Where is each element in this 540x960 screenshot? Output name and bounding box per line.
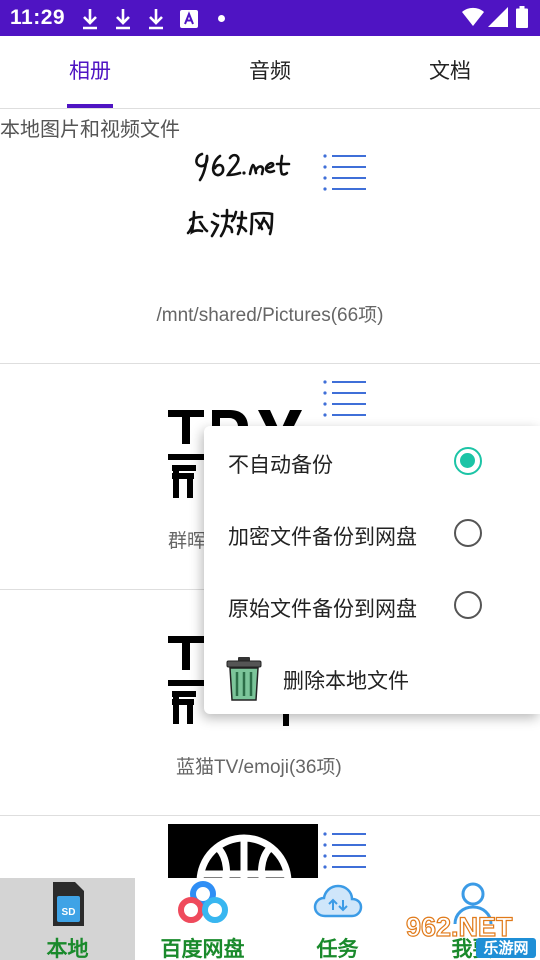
nav-label: 任务	[316, 938, 359, 960]
backup-options-popup: 不自动备份 加密文件备份到网盘 原始文件备份到网盘 删除本地文件	[204, 426, 540, 714]
download-icon	[116, 9, 130, 30]
svg-text:962.NET: 962.NET	[406, 912, 513, 942]
nav-label: 本地	[46, 938, 89, 960]
album-path: 蓝猫TV/emoji(36项)	[176, 757, 342, 778]
nav-baidu-netdisk[interactable]: 百度网盘	[135, 878, 270, 960]
option-label: 原始文件备份到网盘	[228, 598, 417, 621]
active-tab-indicator	[67, 104, 113, 108]
trash-icon	[226, 657, 262, 701]
signal-icon	[488, 7, 508, 27]
notification-dot-icon	[218, 15, 225, 22]
nav-local[interactable]: SD 本地	[0, 878, 135, 960]
text-a-icon	[180, 10, 198, 28]
album-thumbnail	[186, 142, 310, 266]
album-item[interactable]	[0, 816, 540, 880]
option-label: 不自动备份	[228, 454, 333, 477]
tab-audio[interactable]: 音频	[180, 36, 360, 108]
battery-icon	[516, 6, 528, 28]
option-label: 加密文件备份到网盘	[228, 526, 417, 549]
album-thumbnail	[168, 824, 318, 880]
option-label: 删除本地文件	[283, 670, 409, 693]
album-path: /mnt/shared/Pictures(66项)	[156, 305, 384, 326]
option-encrypted-backup[interactable]: 加密文件备份到网盘	[204, 498, 540, 570]
tab-documents[interactable]: 文档	[360, 36, 540, 108]
download-icon	[83, 9, 97, 30]
album-menu-icon[interactable]	[322, 378, 368, 418]
nav-tasks[interactable]: 任务	[270, 878, 405, 960]
tab-bar: 相册 音频 文档	[0, 36, 540, 109]
sd-card-icon: SD	[52, 882, 84, 926]
962-net-logo	[186, 152, 291, 238]
wifi-icon	[462, 7, 484, 26]
option-delete-local-files[interactable]: 删除本地文件	[204, 642, 540, 714]
status-bar: 11:29	[0, 0, 540, 36]
status-time: 11:29	[10, 6, 66, 29]
nav-label: 百度网盘	[160, 938, 245, 960]
radio-button[interactable]	[454, 591, 482, 619]
album-menu-icon[interactable]	[322, 830, 368, 870]
option-original-backup[interactable]: 原始文件备份到网盘	[204, 570, 540, 642]
option-no-auto-backup[interactable]: 不自动备份	[204, 426, 540, 498]
album-item[interactable]: /mnt/shared/Pictures(66项)	[0, 112, 540, 364]
section-label: 本地图片和视频文件	[0, 119, 180, 141]
svg-text:乐游网: 乐游网	[483, 939, 528, 957]
album-path: 群晖	[168, 531, 207, 552]
radio-button[interactable]	[454, 519, 482, 547]
album-menu-icon[interactable]	[322, 152, 368, 192]
cloud-task-icon	[313, 884, 362, 918]
download-icon	[149, 9, 163, 30]
svg-text:SD: SD	[61, 907, 75, 918]
radio-button-checked[interactable]	[454, 447, 482, 475]
baidu-netdisk-icon	[177, 881, 228, 923]
tab-photos[interactable]: 相册	[0, 36, 180, 108]
962-net-watermark: 962.NET 乐游网	[405, 911, 536, 958]
